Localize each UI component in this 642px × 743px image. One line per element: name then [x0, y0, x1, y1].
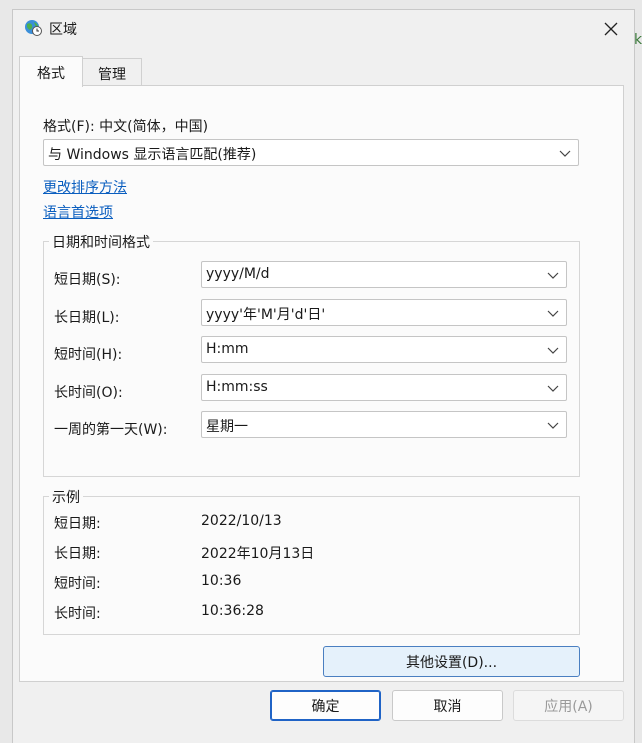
first-day-label: 一周的第一天(W):: [54, 422, 168, 438]
ok-label: 确定: [311, 698, 340, 715]
format-select-value: 与 Windows 显示语言匹配(推荐): [48, 147, 257, 163]
chevron-down-icon: [559, 150, 571, 157]
other-settings-button[interactable]: 其他设置(D)...: [323, 646, 580, 677]
datetime-group: 日期和时间格式 短日期(S): yyyy/M/d 长日期(L): yyyy'年'…: [43, 232, 580, 477]
long-time-value: H:mm:ss: [206, 379, 268, 395]
chevron-down-icon: [547, 310, 559, 317]
globe-clock-icon: [24, 18, 42, 36]
short-date-label: 短日期(S):: [54, 272, 121, 288]
change-sort-link[interactable]: 更改排序方法: [43, 177, 127, 197]
chevron-down-icon: [547, 272, 559, 279]
first-day-select[interactable]: 星期一: [201, 411, 567, 438]
format-select[interactable]: 与 Windows 显示语言匹配(推荐): [43, 139, 579, 166]
cancel-label: 取消: [433, 698, 462, 715]
example-short-date-value: 2022/10/13: [201, 513, 282, 529]
chevron-down-icon: [547, 422, 559, 429]
window-title: 区域: [49, 22, 77, 38]
chevron-down-icon: [547, 385, 559, 392]
cancel-button[interactable]: 取消: [392, 690, 503, 721]
example-long-date-value: 2022年10月13日: [201, 546, 315, 562]
long-date-label: 长日期(L):: [54, 310, 120, 326]
short-time-select[interactable]: H:mm: [201, 336, 567, 363]
long-time-select[interactable]: H:mm:ss: [201, 374, 567, 401]
region-dialog: 区域 格式 管理 格式(F): 中文(简体，中国) 与 Windows 显示语言…: [12, 9, 635, 743]
title-bar: 区域: [13, 10, 634, 48]
format-panel: 格式(F): 中文(简体，中国) 与 Windows 显示语言匹配(推荐) 更改…: [19, 85, 624, 682]
short-time-label: 短时间(H):: [54, 347, 123, 363]
format-label: 格式(F): 中文(简体，中国): [43, 119, 209, 135]
language-preferences-link[interactable]: 语言首选项: [43, 202, 113, 222]
tab-label: 格式: [37, 66, 65, 82]
example-long-date-label: 长日期:: [54, 546, 101, 562]
long-date-select[interactable]: yyyy'年'M'月'd'日': [201, 299, 567, 326]
tab-manage[interactable]: 管理: [82, 58, 142, 85]
first-day-value: 星期一: [206, 419, 248, 435]
examples-group-title: 示例: [49, 487, 83, 507]
close-button[interactable]: [588, 10, 634, 48]
other-settings-label: 其他设置(D)...: [405, 654, 498, 671]
example-long-time-label: 长时间:: [54, 606, 101, 622]
ok-button[interactable]: 确定: [270, 690, 381, 721]
short-date-select[interactable]: yyyy/M/d: [201, 261, 567, 288]
background-glyph: k: [634, 32, 642, 48]
example-short-time-label: 短时间:: [54, 576, 101, 592]
chevron-down-icon: [547, 347, 559, 354]
apply-button[interactable]: 应用(A): [513, 690, 624, 721]
long-time-label: 长时间(O):: [54, 385, 123, 401]
close-icon: [604, 22, 618, 36]
apply-label: 应用(A): [544, 698, 593, 715]
short-time-value: H:mm: [206, 341, 249, 357]
examples-group: 示例 短日期: 2022/10/13 长日期: 2022年10月13日 短时间:…: [43, 487, 580, 635]
example-short-time-value: 10:36: [201, 573, 242, 589]
example-short-date-label: 短日期:: [54, 516, 101, 532]
tab-label: 管理: [98, 67, 126, 83]
long-date-value: yyyy'年'M'月'd'日': [206, 307, 326, 323]
example-long-time-value: 10:36:28: [201, 603, 264, 619]
short-date-value: yyyy/M/d: [206, 266, 270, 282]
datetime-group-title: 日期和时间格式: [49, 232, 153, 252]
tab-format[interactable]: 格式: [19, 56, 83, 87]
